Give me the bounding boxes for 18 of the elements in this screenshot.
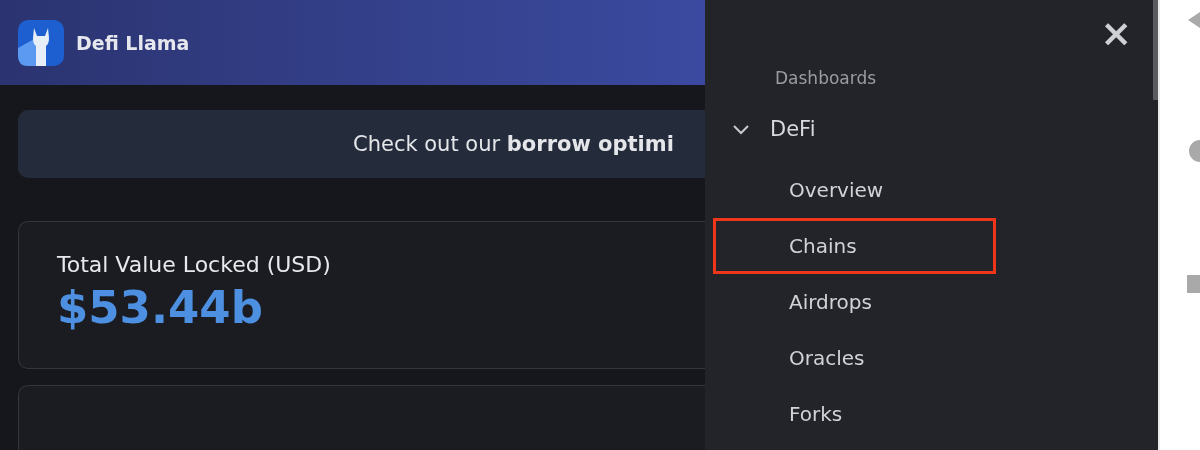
banner-text: Check out our borrow optimi — [353, 132, 674, 156]
stat-value: $53.44b — [57, 281, 264, 334]
close-button[interactable]: × — [1100, 18, 1132, 46]
home-icon[interactable] — [1187, 138, 1200, 164]
menu-item[interactable]: Oracles — [713, 330, 996, 386]
scrollbar-thumb[interactable] — [1153, 0, 1158, 100]
menu-item[interactable]: Forks — [713, 386, 996, 442]
stat-label: Total Value Locked (USD) — [57, 252, 332, 277]
announcement-banner[interactable]: Check out our borrow optimi — [18, 110, 705, 178]
menu-group[interactable]: DeFi — [705, 116, 822, 142]
menu-item[interactable]: Airdrops — [713, 274, 996, 330]
menu-item[interactable]: Overview — [713, 162, 996, 218]
chevron-icon — [732, 123, 750, 135]
brand-name[interactable]: Defi Llama — [76, 31, 190, 54]
back-icon[interactable] — [1188, 12, 1200, 28]
section-heading: Dashboards — [775, 68, 878, 88]
llama-logo-icon[interactable] — [16, 17, 66, 68]
menu-item[interactable]: Chains — [713, 218, 996, 274]
